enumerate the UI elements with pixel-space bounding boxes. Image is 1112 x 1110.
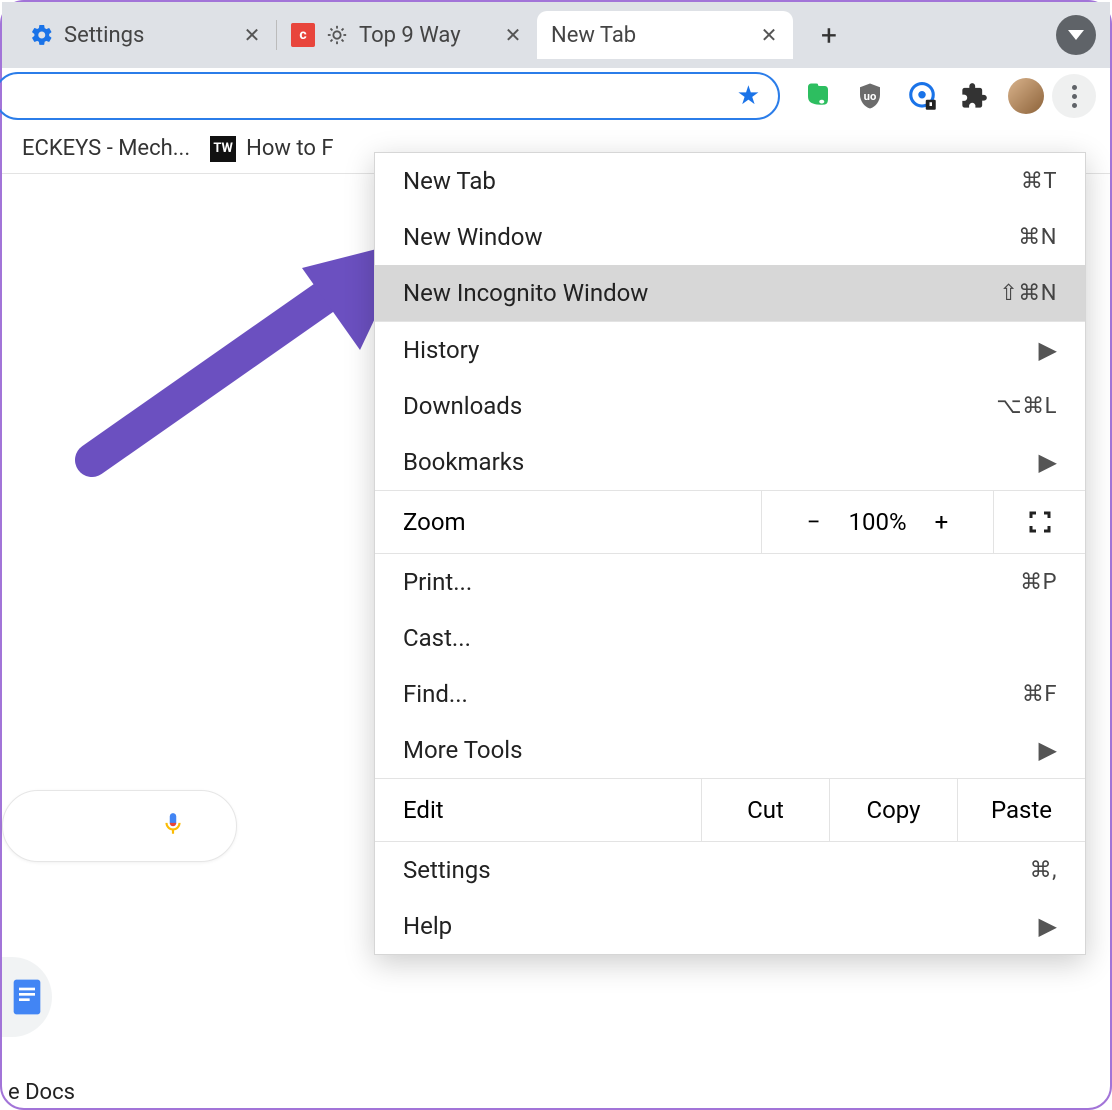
favicon-c-icon: c <box>291 23 315 47</box>
menu-label: Edit <box>375 779 701 841</box>
tab-title: New Tab <box>551 23 741 48</box>
bookmark-favicon-icon: TW <box>210 136 236 162</box>
chevron-right-icon: ▶ <box>1039 336 1057 364</box>
tab-bar: Settings ✕ c Top 9 Way ✕ New Tab ✕ + <box>2 2 1110 68</box>
extension-ublock-icon[interactable]: uo <box>850 76 890 116</box>
search-box[interactable] <box>2 790 237 862</box>
chrome-menu-button[interactable] <box>1052 74 1096 118</box>
menu-cast[interactable]: Cast... <box>375 610 1085 666</box>
menu-label: New Window <box>403 223 1018 251</box>
close-icon[interactable]: ✕ <box>242 25 262 45</box>
new-tab-button[interactable]: + <box>811 17 847 53</box>
shortcut-label: e Docs <box>8 1080 75 1105</box>
minimize-button[interactable] <box>1056 15 1096 55</box>
tab-new-tab[interactable]: New Tab ✕ <box>537 11 793 59</box>
dots-vertical-icon <box>1072 85 1077 108</box>
chevron-right-icon: ▶ <box>1039 912 1057 940</box>
menu-more-tools[interactable]: More Tools ▶ <box>375 722 1085 778</box>
menu-label: Cast... <box>403 624 1057 652</box>
menu-label: Help <box>403 912 1039 940</box>
tab-settings[interactable]: Settings ✕ <box>16 11 276 59</box>
address-bar[interactable]: ★ <box>0 72 780 120</box>
menu-shortcut: ⌘T <box>1021 169 1057 194</box>
menu-label: New Incognito Window <box>403 279 999 307</box>
menu-history[interactable]: History ▶ <box>375 322 1085 378</box>
menu-shortcut: ⌥⌘L <box>996 394 1057 419</box>
extension-1password-icon[interactable] <box>902 76 942 116</box>
extension-evernote-icon[interactable] <box>798 76 838 116</box>
menu-help[interactable]: Help ▶ <box>375 898 1085 954</box>
menu-label: History <box>403 336 1039 364</box>
menu-label: Find... <box>403 680 1022 708</box>
menu-label: Downloads <box>403 392 996 420</box>
menu-label: More Tools <box>403 736 1039 764</box>
browser-toolbar: ★ uo <box>2 68 1110 124</box>
shortcut-docs[interactable] <box>2 957 52 1037</box>
fullscreen-button[interactable] <box>993 491 1085 553</box>
menu-find[interactable]: Find... ⌘F <box>375 666 1085 722</box>
bookmark-label: How to F <box>246 136 333 161</box>
close-icon[interactable]: ✕ <box>503 25 523 45</box>
zoom-in-button[interactable]: + <box>935 508 949 536</box>
chevron-right-icon: ▶ <box>1039 736 1057 764</box>
bookmark-item[interactable]: ECKEYS - Mech... <box>22 136 190 161</box>
tab-title: Settings <box>64 23 224 48</box>
svg-text:uo: uo <box>864 90 877 103</box>
chrome-overflow-menu: New Tab ⌘T New Window ⌘N New Incognito W… <box>374 152 1086 955</box>
bookmark-star-icon[interactable]: ★ <box>737 81 760 111</box>
tab-title: Top 9 Way <box>359 23 485 48</box>
menu-new-incognito[interactable]: New Incognito Window ⇧⌘N <box>375 265 1085 321</box>
menu-new-window[interactable]: New Window ⌘N <box>375 209 1085 265</box>
menu-new-tab[interactable]: New Tab ⌘T <box>375 153 1085 209</box>
menu-shortcut: ⌘, <box>1030 858 1057 883</box>
edit-cut-button[interactable]: Cut <box>701 779 829 841</box>
extensions-puzzle-icon[interactable] <box>954 76 994 116</box>
menu-shortcut: ⌘F <box>1022 682 1057 707</box>
menu-label: Zoom <box>375 491 761 553</box>
menu-label: Print... <box>403 568 1020 596</box>
zoom-out-button[interactable]: − <box>807 508 821 536</box>
bookmark-label: ECKEYS - Mech... <box>22 136 190 161</box>
menu-bookmarks[interactable]: Bookmarks ▶ <box>375 434 1085 490</box>
menu-print[interactable]: Print... ⌘P <box>375 554 1085 610</box>
tab-top9[interactable]: c Top 9 Way ✕ <box>277 11 537 59</box>
menu-zoom-row: Zoom − 100% + <box>375 490 1085 554</box>
edit-copy-button[interactable]: Copy <box>829 779 957 841</box>
bookmark-item[interactable]: TW How to F <box>210 136 333 162</box>
menu-label: Settings <box>403 856 1030 884</box>
profile-avatar[interactable] <box>1008 78 1044 114</box>
menu-shortcut: ⌘N <box>1018 225 1057 250</box>
menu-downloads[interactable]: Downloads ⌥⌘L <box>375 378 1085 434</box>
menu-label: New Tab <box>403 167 1021 195</box>
menu-edit-row: Edit Cut Copy Paste <box>375 778 1085 842</box>
gear-icon <box>30 23 54 47</box>
chevron-right-icon: ▶ <box>1039 448 1057 476</box>
menu-label: Bookmarks <box>403 448 1039 476</box>
annotation-arrow-icon <box>72 220 422 480</box>
microphone-icon[interactable] <box>160 811 186 841</box>
menu-shortcut: ⇧⌘N <box>999 281 1057 306</box>
zoom-controls: − 100% + <box>761 491 993 553</box>
menu-shortcut: ⌘P <box>1020 570 1057 595</box>
menu-settings[interactable]: Settings ⌘, <box>375 842 1085 898</box>
sun-icon <box>325 23 349 47</box>
zoom-value: 100% <box>849 508 907 536</box>
close-icon[interactable]: ✕ <box>759 25 779 45</box>
edit-paste-button[interactable]: Paste <box>957 779 1085 841</box>
